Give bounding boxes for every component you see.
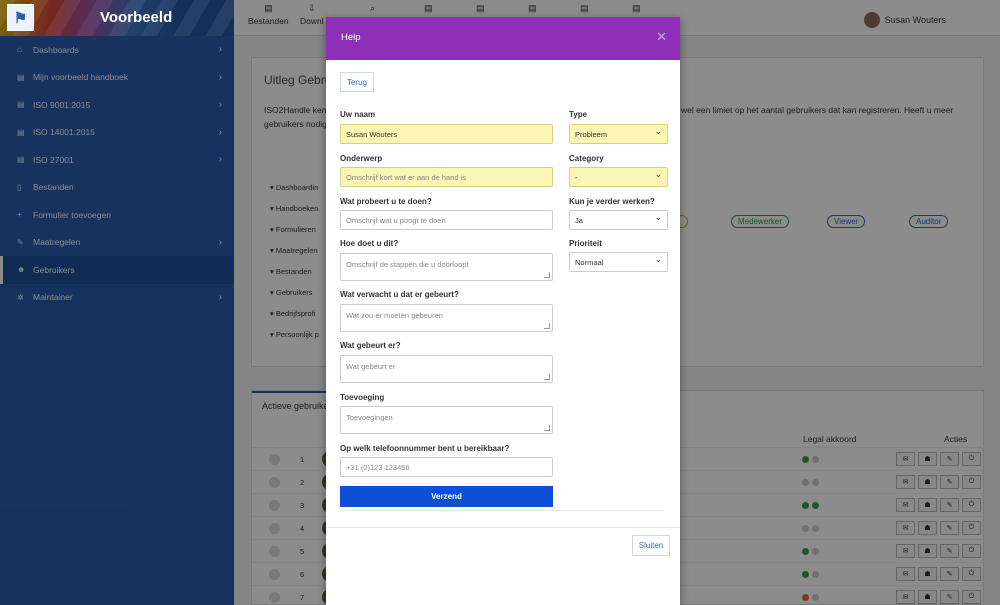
subject-field[interactable]: Omschrijf kort wat er aan de hand is xyxy=(340,167,553,187)
addition-textarea[interactable]: Toevoegingen xyxy=(340,406,553,434)
close-icon[interactable]: ✕ xyxy=(656,29,667,45)
how-textarea[interactable]: Omschrijf de stappen die u doorloopt xyxy=(340,253,553,281)
modal-header: Help ✕ xyxy=(326,17,680,60)
brand-title: Voorbeeld xyxy=(100,9,173,26)
continue-select[interactable]: Ja xyxy=(569,210,668,230)
help-modal: Help ✕ Terug Uw naam Susan Wouters Type … xyxy=(326,17,680,605)
expect-textarea[interactable]: Wat zou er moeten gebeuren xyxy=(340,304,553,332)
close-button[interactable]: Sluiten xyxy=(632,535,670,556)
modal-footer xyxy=(326,527,680,528)
category-select[interactable]: - xyxy=(569,167,668,187)
happen-label: Wat gebeurt er? xyxy=(340,341,401,350)
expect-label: Wat verwacht u dat er gebeurt? xyxy=(340,290,459,299)
name-label: Uw naam xyxy=(340,110,376,119)
priority-label: Prioriteit xyxy=(569,239,602,248)
addition-label: Toevoeging xyxy=(340,393,385,402)
divider xyxy=(340,510,664,511)
type-label: Type xyxy=(569,110,588,119)
modal-title: Help xyxy=(341,32,361,43)
try-label: Wat probeert u te doen? xyxy=(340,197,432,206)
category-label: Category xyxy=(569,154,604,163)
priority-select[interactable]: Normaal xyxy=(569,252,668,272)
type-select[interactable]: Probleem xyxy=(569,124,668,144)
phone-field[interactable]: +31 (0)123 123456 xyxy=(340,457,553,477)
subject-label: Onderwerp xyxy=(340,154,383,163)
name-field[interactable]: Susan Wouters xyxy=(340,124,553,144)
happen-textarea[interactable]: Wat gebeurt er xyxy=(340,355,553,383)
submit-button[interactable]: Verzend xyxy=(340,486,553,507)
how-label: Hoe doet u dit? xyxy=(340,239,399,248)
logo[interactable]: ⚑ xyxy=(7,4,34,31)
back-button[interactable]: Terug xyxy=(340,72,374,92)
continue-label: Kun je verder werken? xyxy=(569,197,655,206)
phone-label: Op welk telefoonnummer bent u bereikbaar… xyxy=(340,444,510,453)
try-field[interactable]: Omschrijf wat u poogt te doen xyxy=(340,210,553,230)
